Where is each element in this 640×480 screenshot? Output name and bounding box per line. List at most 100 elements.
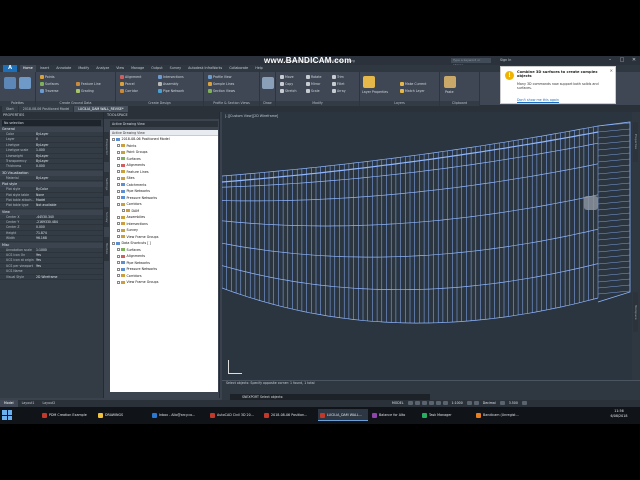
- taskbar-button[interactable]: AutoCAD Civil 3D 20...: [208, 409, 260, 421]
- tab-collaborate[interactable]: Collaborate: [226, 65, 251, 72]
- property-row[interactable]: Visual Style 2D Wireframe: [0, 275, 103, 280]
- expand-icon[interactable]: [117, 274, 120, 278]
- expand-icon[interactable]: [117, 222, 120, 226]
- expand-icon[interactable]: [117, 150, 120, 154]
- units-dropdown[interactable]: Decimal: [483, 401, 496, 405]
- tab-infraworks[interactable]: Autodesk InfraWorks: [185, 65, 225, 72]
- toolspace-icon[interactable]: [4, 77, 16, 89]
- layout-tab-model[interactable]: Model: [0, 400, 18, 407]
- expand-icon[interactable]: [117, 248, 120, 252]
- property-value[interactable]: 1:1000: [34, 248, 103, 252]
- property-value[interactable]: 71.874: [34, 231, 103, 235]
- grading-button[interactable]: Grading: [76, 89, 94, 93]
- array-button[interactable]: Array: [332, 89, 346, 93]
- expand-icon[interactable]: [122, 209, 125, 213]
- property-value[interactable]: Yes: [34, 253, 103, 257]
- side-tab-properties[interactable]: Properties: [633, 122, 638, 162]
- minimize-button[interactable]: –: [604, 56, 616, 65]
- taskbar-button[interactable]: Inbox - Allo@arcy.co...: [150, 409, 206, 421]
- copy-button[interactable]: Copy: [280, 82, 293, 86]
- property-value[interactable]: 2D Wireframe: [34, 275, 103, 279]
- tab-output[interactable]: Output: [148, 65, 165, 72]
- side-tab-toolbox[interactable]: Toolbox: [104, 237, 109, 261]
- expand-icon[interactable]: [117, 170, 120, 174]
- expand-icon[interactable]: [117, 235, 120, 239]
- property-value[interactable]: Model: [34, 198, 103, 202]
- layout-tab-layout2[interactable]: Layout2: [38, 400, 59, 407]
- property-value[interactable]: ByLayer: [34, 159, 103, 163]
- close-button[interactable]: ✕: [628, 56, 640, 65]
- tab-home[interactable]: Home: [20, 65, 36, 72]
- property-value[interactable]: 0.000: [34, 164, 103, 168]
- trim-button[interactable]: Trim: [332, 75, 344, 79]
- model-space-button[interactable]: MODEL: [392, 401, 404, 405]
- workspace-icon[interactable]: [473, 401, 479, 405]
- expand-icon[interactable]: [117, 228, 120, 232]
- expand-icon[interactable]: [112, 241, 115, 245]
- tab-manage[interactable]: Manage: [128, 65, 147, 72]
- alignment-button[interactable]: Alignment: [120, 75, 141, 79]
- expand-icon[interactable]: [117, 163, 120, 167]
- expand-icon[interactable]: [117, 144, 120, 148]
- search-input[interactable]: Type a keyword or phrase: [451, 58, 491, 67]
- tab-modify[interactable]: Modify: [75, 65, 92, 72]
- property-value[interactable]: ByColor: [34, 187, 103, 191]
- tab-insert[interactable]: Insert: [37, 65, 52, 72]
- property-row[interactable]: Width 96.168: [0, 236, 103, 242]
- taskbar-button[interactable]: 2018-08-06 Position...: [262, 409, 316, 421]
- viewcube-icon[interactable]: [584, 196, 598, 210]
- move-button[interactable]: Move: [280, 75, 294, 79]
- intersections-button[interactable]: Intersections: [158, 75, 184, 79]
- layer-properties-icon[interactable]: [363, 76, 375, 88]
- expand-icon[interactable]: [117, 215, 120, 219]
- tab-analyze[interactable]: Analyze: [93, 65, 112, 72]
- sign-in-link[interactable]: Sign In: [500, 58, 511, 62]
- layout-tab-layout1[interactable]: Layout1: [18, 400, 39, 407]
- customization-icon[interactable]: [521, 401, 527, 405]
- match-layer-button[interactable]: Match Layer: [400, 89, 425, 93]
- profile-view-button[interactable]: Profile View: [208, 75, 232, 79]
- property-value[interactable]: 0.000: [34, 225, 103, 229]
- side-tab-prospector[interactable]: Prospector: [104, 132, 109, 162]
- side-tab-settings[interactable]: Settings: [104, 172, 109, 196]
- taskbar-button[interactable]: Task Manager: [420, 409, 472, 421]
- assembly-button[interactable]: Assembly: [158, 82, 178, 86]
- property-row[interactable]: Material ByLayer: [0, 176, 103, 182]
- corridor-button[interactable]: Corridor: [120, 89, 138, 93]
- property-value[interactable]: ByLayer: [34, 154, 103, 158]
- quick-properties-icon[interactable]: [499, 401, 505, 405]
- app-menu-button[interactable]: A: [3, 65, 17, 72]
- properties-icon[interactable]: [19, 77, 31, 89]
- notification-balloon[interactable]: ! Combine 3D surfaces to create complex …: [500, 66, 616, 104]
- property-value[interactable]: 0: [34, 137, 103, 141]
- tab-survey[interactable]: Survey: [167, 65, 184, 72]
- scale-button[interactable]: Scale: [306, 89, 320, 93]
- property-value[interactable]: Yes: [34, 258, 103, 262]
- stretch-button[interactable]: Stretch: [280, 89, 297, 93]
- taskbar-button[interactable]: PDM Creation Example: [40, 409, 94, 421]
- toolspace-view-dropdown[interactable]: Active Drawing View: [110, 121, 218, 127]
- property-value[interactable]: ByLayer: [34, 176, 103, 180]
- start-button[interactable]: [2, 410, 12, 420]
- maximize-button[interactable]: □: [616, 56, 628, 65]
- dismiss-link[interactable]: Don't show me this again: [517, 98, 559, 102]
- tab-view[interactable]: View: [113, 65, 127, 72]
- expand-icon[interactable]: [117, 157, 120, 161]
- property-value[interactable]: Not available: [34, 203, 103, 207]
- section-views-button[interactable]: Section Views: [208, 89, 235, 93]
- property-value[interactable]: -44530.340: [34, 215, 103, 219]
- expand-icon[interactable]: [117, 267, 120, 271]
- make-current-button[interactable]: Make Current: [400, 82, 426, 86]
- draw-icon[interactable]: [262, 77, 274, 89]
- rotate-button[interactable]: Rotate: [306, 75, 321, 79]
- taskbar-button[interactable]: Balance for Alto: [370, 409, 418, 421]
- expand-icon[interactable]: [112, 137, 115, 141]
- expand-icon[interactable]: [117, 183, 120, 187]
- property-value[interactable]: Yes: [34, 264, 103, 268]
- grid-icon[interactable]: [407, 401, 413, 405]
- paste-button[interactable]: Paste: [445, 90, 454, 94]
- paste-icon[interactable]: [444, 76, 456, 88]
- layer-properties-button[interactable]: Layer Properties: [362, 90, 388, 94]
- side-tab-survey[interactable]: Survey: [104, 207, 109, 227]
- close-icon[interactable]: ✕: [610, 68, 613, 73]
